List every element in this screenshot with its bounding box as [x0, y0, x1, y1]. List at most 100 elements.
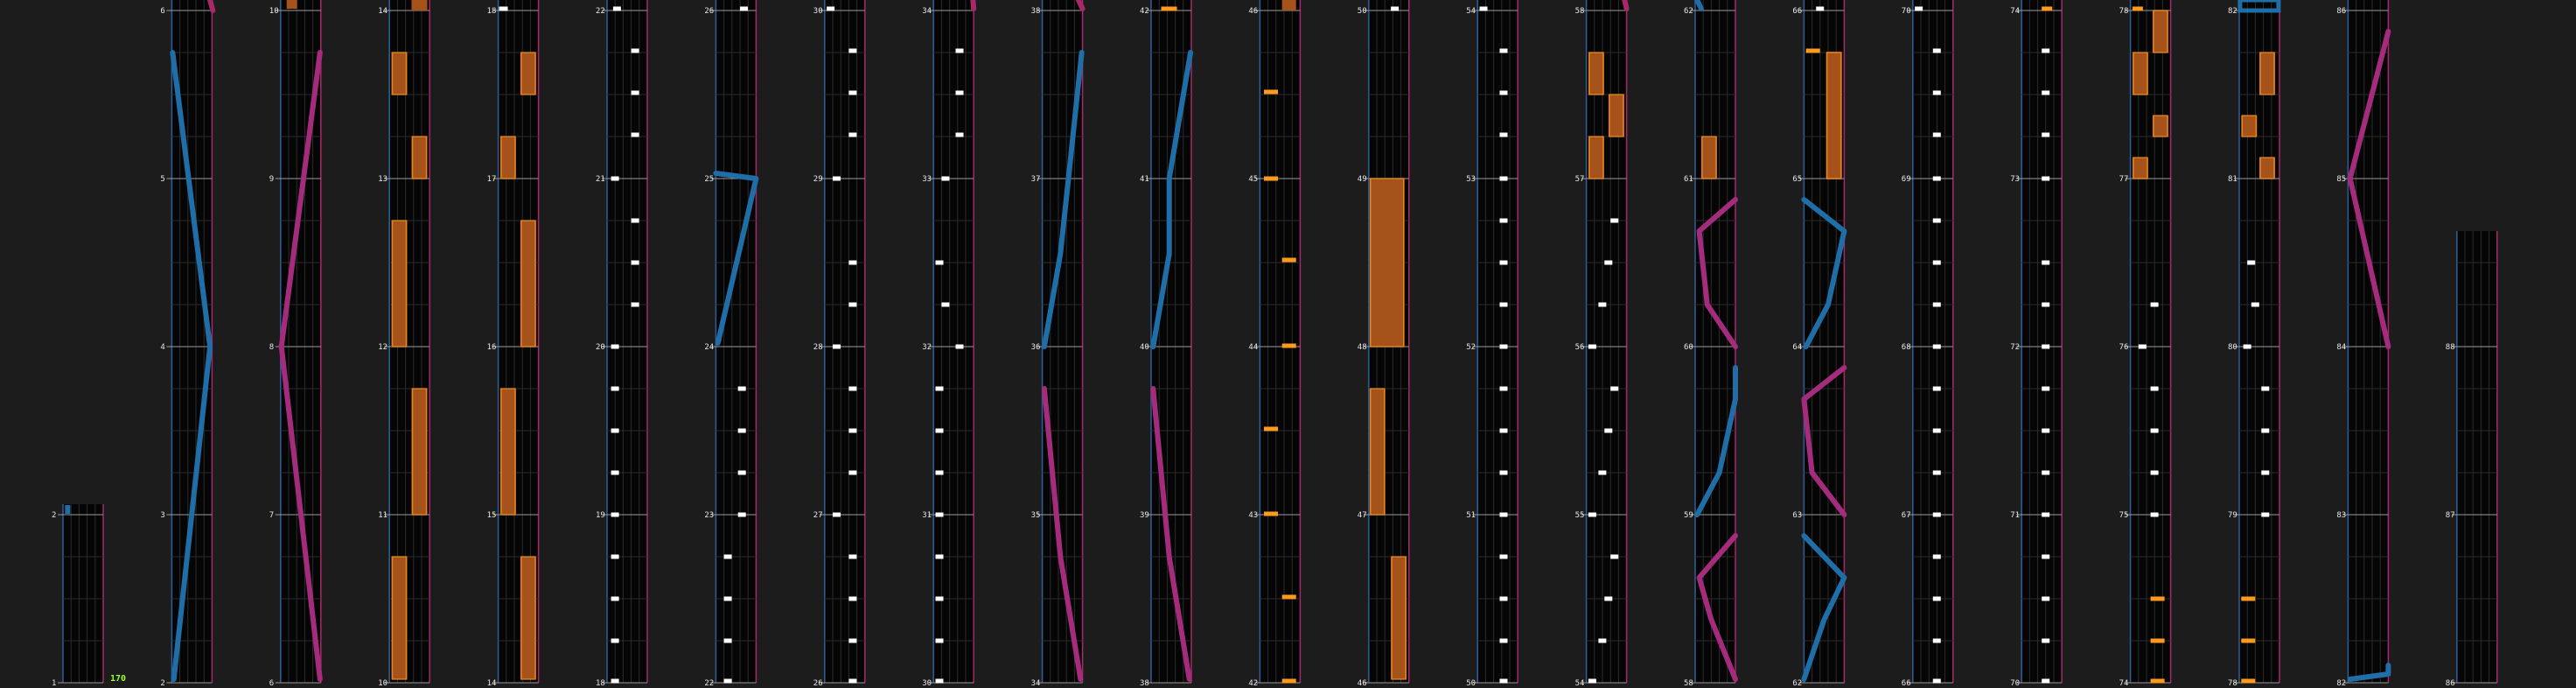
lane-background: [2130, 0, 2171, 683]
measure-number: 45: [1248, 175, 1258, 184]
tap-note: [611, 678, 619, 684]
measure-number: 16: [487, 343, 497, 352]
hold-note: [520, 221, 536, 347]
slide-note: [1622, 0, 1630, 11]
tap-note: [2042, 596, 2050, 601]
measure-number: 42: [1140, 7, 1149, 16]
tap-note: [2042, 344, 2050, 349]
measure-number: 87: [2446, 511, 2455, 520]
measure-number: 56: [1575, 343, 1585, 352]
measure-number: 63: [1792, 511, 1802, 520]
measure-number: 6: [269, 679, 274, 688]
measure-number: 66: [1792, 7, 1802, 16]
tap-note: [1932, 132, 1941, 137]
measure-number: 65: [1792, 175, 1802, 184]
measure-number: 22: [704, 679, 714, 688]
tap-note: [848, 470, 857, 475]
tap-note: [935, 512, 944, 517]
measure-number: 77: [2119, 175, 2129, 184]
measure-number: 52: [1466, 343, 1476, 352]
tap-note: [935, 428, 944, 433]
measure-number: 81: [2228, 175, 2237, 184]
measure-number: 76: [2119, 343, 2129, 352]
tap-note: [611, 596, 619, 601]
measure-number: 70: [1902, 7, 1911, 16]
tap-note: [2042, 512, 2050, 517]
tap-note: [2042, 678, 2050, 684]
tap-note: [1499, 596, 1508, 601]
measure-number: 86: [2336, 7, 2346, 16]
measure-number: 68: [1902, 343, 1911, 352]
tap-note: [935, 596, 944, 601]
tap-note: [499, 6, 508, 11]
measure-number: 82: [2336, 679, 2346, 688]
measure-number: 30: [813, 7, 823, 16]
lane-background: [2021, 0, 2063, 683]
tap-note: [935, 678, 944, 684]
tap-note: [2042, 428, 2050, 433]
measure-number: 2: [52, 511, 56, 520]
tap-note: [1932, 344, 1941, 349]
tap-note: [827, 6, 835, 11]
tap-note: [2261, 428, 2270, 433]
measure-number: 88: [2446, 343, 2455, 352]
measure-number: 2: [160, 679, 164, 688]
tap-note: [737, 386, 746, 391]
tap-note: [1604, 428, 1613, 433]
lane-background: [716, 0, 757, 683]
hold-note: [1700, 137, 1717, 179]
measure-number: 34: [1031, 679, 1041, 688]
tap-note: [848, 554, 857, 559]
tap-note: [723, 678, 732, 684]
lane-background: [63, 504, 103, 683]
tap-note: [955, 48, 964, 53]
tap-note: [611, 386, 619, 391]
hold-note: [499, 389, 516, 515]
tap-note: [2150, 596, 2165, 601]
tap-note: [1915, 6, 1923, 11]
measure-number: 14: [378, 7, 387, 16]
hold-note: [520, 557, 536, 679]
hold-note: [411, 389, 428, 515]
measure-number: 17: [487, 175, 497, 184]
hold-note: [2259, 53, 2275, 95]
measure-number: 9: [269, 175, 274, 184]
measure-number: 69: [1902, 175, 1911, 184]
measure-number: 1: [52, 679, 56, 688]
tap-note: [631, 132, 639, 137]
measure-number: 57: [1575, 175, 1585, 184]
tap-note: [1281, 678, 1296, 684]
tap-note: [1932, 260, 1941, 265]
measure-number: 47: [1358, 511, 1367, 520]
tap-note: [1499, 470, 1508, 475]
measure-number: 85: [2336, 175, 2346, 184]
tap-note: [1499, 260, 1508, 265]
measure-number: 43: [1248, 511, 1258, 520]
tap-note: [2247, 260, 2256, 265]
measure-number: 37: [1031, 175, 1041, 184]
measure-number: 10: [378, 679, 387, 688]
measure-number: 18: [596, 679, 605, 688]
hold-note: [1588, 137, 1604, 179]
tap-note: [1610, 386, 1619, 391]
tap-note: [2042, 176, 2050, 181]
tap-note: [1932, 596, 1941, 601]
measure-number: 70: [2010, 679, 2020, 688]
measure-number: 50: [1466, 679, 1476, 688]
measure-number: 64: [1792, 343, 1802, 352]
tap-note: [848, 596, 857, 601]
tap-note: [848, 132, 857, 137]
tap-note: [2042, 638, 2050, 643]
tap-note: [2042, 470, 2050, 475]
hold-note: [2132, 53, 2148, 95]
tap-note: [611, 344, 619, 349]
measure-number: 22: [596, 7, 605, 16]
measure-number: 50: [1358, 7, 1367, 16]
tap-note: [1805, 48, 1820, 53]
measure-number: 7: [269, 511, 274, 520]
measure-number: 78: [2119, 7, 2129, 16]
tap-note: [935, 554, 944, 559]
measure-number: 28: [813, 343, 823, 352]
tap-note: [1588, 678, 1596, 684]
tap-note: [1264, 511, 1278, 516]
